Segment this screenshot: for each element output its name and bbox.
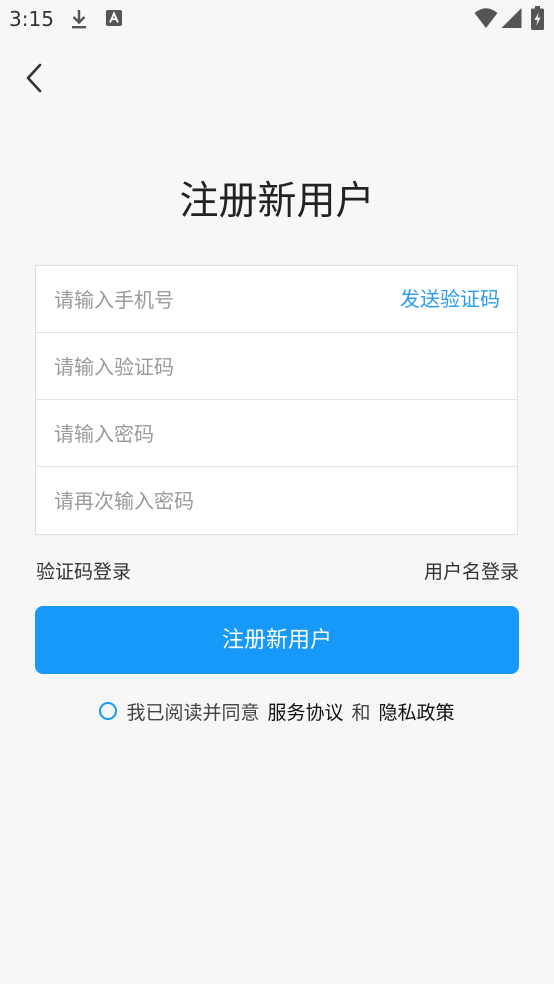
privacy-policy-link[interactable]: 隐私政策 [379,698,455,725]
app-notification-icon [106,10,122,30]
status-time: 3:15 [9,7,54,31]
code-row [36,333,517,400]
password-input[interactable] [54,400,494,467]
service-agreement-link[interactable]: 服务协议 [267,698,343,725]
password-row [36,400,517,467]
agreement-row: 我已阅读并同意 服务协议 和 隐私政策 [0,694,554,728]
send-code-button[interactable]: 发送验证码 [400,266,500,333]
battery-charging-icon [531,6,544,34]
back-button[interactable] [14,58,54,102]
page-title: 注册新用户 [179,179,375,224]
agreement-radio[interactable] [99,702,118,720]
confirm-password-row [36,467,517,534]
phone-row: 发送验证码 [36,266,517,333]
verification-code-input[interactable] [54,333,494,400]
status-bar: 3:15 [0,0,554,38]
phone-input[interactable] [54,266,384,333]
back-arrow-icon [24,63,44,97]
download-icon [70,8,88,34]
register-button[interactable]: 注册新用户 [35,606,519,674]
agreement-and: 和 [351,701,371,724]
registration-form: 发送验证码 [35,265,518,535]
agreement-prefix: 我已阅读并同意 [126,701,260,724]
wifi-icon [474,7,498,33]
confirm-password-input[interactable] [54,467,494,534]
username-login-link[interactable]: 用户名登录 [424,556,519,588]
signal-icon [501,7,522,33]
code-login-link[interactable]: 验证码登录 [36,556,131,588]
